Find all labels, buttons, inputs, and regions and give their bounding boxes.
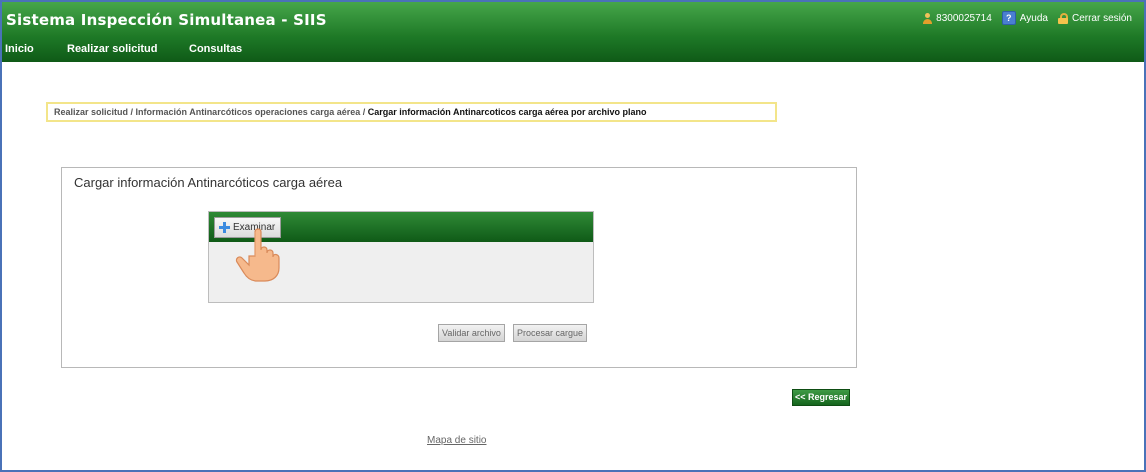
- upload-panel: Cargar información Antinarcóticos carga …: [61, 167, 857, 368]
- breadcrumb-current: Cargar información Antinarcoticos carga …: [367, 107, 647, 117]
- hand-pointer-icon: [235, 228, 280, 282]
- nav-item-realizar-solicitud[interactable]: Realizar solicitud: [67, 43, 157, 55]
- help-link[interactable]: ? Ayuda: [1001, 11, 1048, 25]
- user-icon: [923, 12, 933, 24]
- panel-title: Cargar información Antinarcóticos carga …: [74, 175, 343, 190]
- help-label: Ayuda: [1019, 12, 1048, 24]
- lock-icon: [1057, 12, 1068, 24]
- user-id: 8300025714: [936, 12, 992, 24]
- logout-link[interactable]: Cerrar sesión: [1057, 12, 1132, 24]
- validate-file-button[interactable]: Validar archivo: [438, 324, 505, 342]
- regresar-button[interactable]: << Regresar: [792, 389, 850, 406]
- header-actions: 8300025714 ? Ayuda Cerrar sesión: [923, 11, 1132, 25]
- breadcrumb-path[interactable]: Realizar solicitud / Información Antinar…: [54, 107, 365, 117]
- app-title: Sistema Inspección Simultanea - SIIS: [6, 11, 327, 29]
- breadcrumb: Realizar solicitud / Información Antinar…: [46, 102, 777, 122]
- app-header: Sistema Inspección Simultanea - SIIS 830…: [2, 2, 1144, 36]
- help-icon: ?: [1001, 11, 1016, 25]
- process-upload-button[interactable]: Procesar cargue: [513, 324, 588, 342]
- nav-item-inicio[interactable]: Inicio: [5, 43, 34, 55]
- nav-item-consultas[interactable]: Consultas: [189, 43, 242, 55]
- user-info: 8300025714: [923, 12, 992, 24]
- logout-label: Cerrar sesión: [1071, 12, 1132, 24]
- plus-icon: [219, 222, 230, 233]
- main-nav: Inicio Realizar solicitud Consultas: [2, 36, 1144, 62]
- sitemap-link[interactable]: Mapa de sitio: [427, 435, 486, 446]
